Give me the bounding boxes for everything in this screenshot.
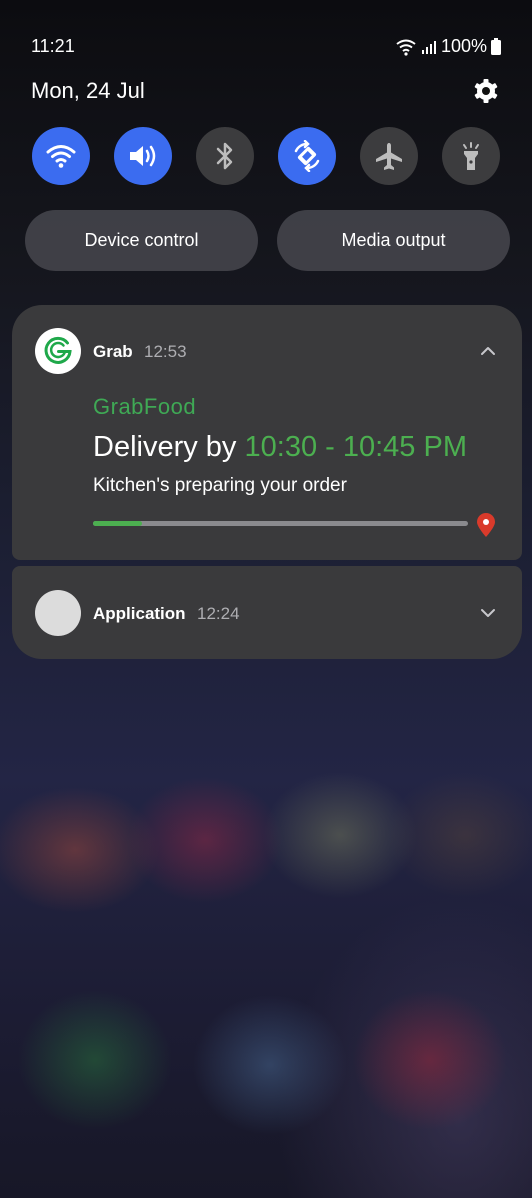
order-status: Kitchen's preparing your order [93, 475, 347, 496]
delivery-progress-fill [93, 521, 142, 526]
media-output-label: Media output [341, 230, 446, 250]
battery-percent: 100% [440, 36, 487, 56]
airplane-icon [376, 143, 402, 170]
grab-notification-time: 12:53 [144, 342, 187, 361]
grabfood-brand: GrabFood [93, 394, 197, 419]
airplane-mode-toggle[interactable] [360, 127, 418, 185]
flashlight-icon [463, 142, 479, 170]
date-row: Mon, 24 Jul [31, 76, 501, 106]
bluetooth-icon [216, 142, 233, 170]
wifi-icon [46, 145, 76, 168]
signal-icon [421, 40, 436, 54]
status-clock: 11:21 [31, 36, 75, 56]
flashlight-toggle[interactable] [442, 127, 500, 185]
chevron-down-icon[interactable] [480, 605, 496, 621]
sound-toggle[interactable] [114, 127, 172, 185]
bluetooth-toggle[interactable] [196, 127, 254, 185]
grab-app-name: Grab [93, 342, 133, 361]
status-icons: 100% [395, 36, 501, 57]
wifi-toggle[interactable] [32, 127, 90, 185]
application-avatar [35, 590, 81, 636]
delivery-estimate: Delivery by 10:30 - 10:45 PM [93, 431, 467, 464]
application-app-name: Application [93, 604, 186, 623]
delivery-window: 10:30 - 10:45 PM [244, 431, 467, 463]
auto-rotate-icon [294, 140, 320, 172]
grab-app-icon [35, 328, 81, 374]
grab-notification-card[interactable]: Grab 12:53 GrabFood Delivery by 10:30 - … [12, 305, 522, 560]
device-control-button[interactable]: Device control [25, 210, 258, 271]
chevron-up-icon[interactable] [480, 343, 496, 359]
application-notification-card[interactable]: Application 12:24 [12, 566, 522, 659]
delivery-progress-track [93, 521, 468, 526]
settings-gear-icon[interactable] [471, 76, 501, 106]
date-label: Mon, 24 Jul [31, 78, 145, 103]
media-output-button[interactable]: Media output [277, 210, 510, 271]
auto-rotate-toggle[interactable] [278, 127, 336, 185]
application-notification-time: 12:24 [197, 604, 240, 623]
wifi-status-icon [396, 39, 416, 56]
quick-settings-row [32, 127, 502, 185]
sound-icon [130, 145, 156, 167]
delivery-prefix: Delivery by [93, 431, 237, 463]
battery-icon [491, 38, 501, 55]
status-bar: 11:21 100% [31, 36, 501, 58]
device-control-label: Device control [84, 230, 199, 250]
grab-logo-icon [44, 336, 72, 364]
location-pin-icon [477, 513, 495, 537]
